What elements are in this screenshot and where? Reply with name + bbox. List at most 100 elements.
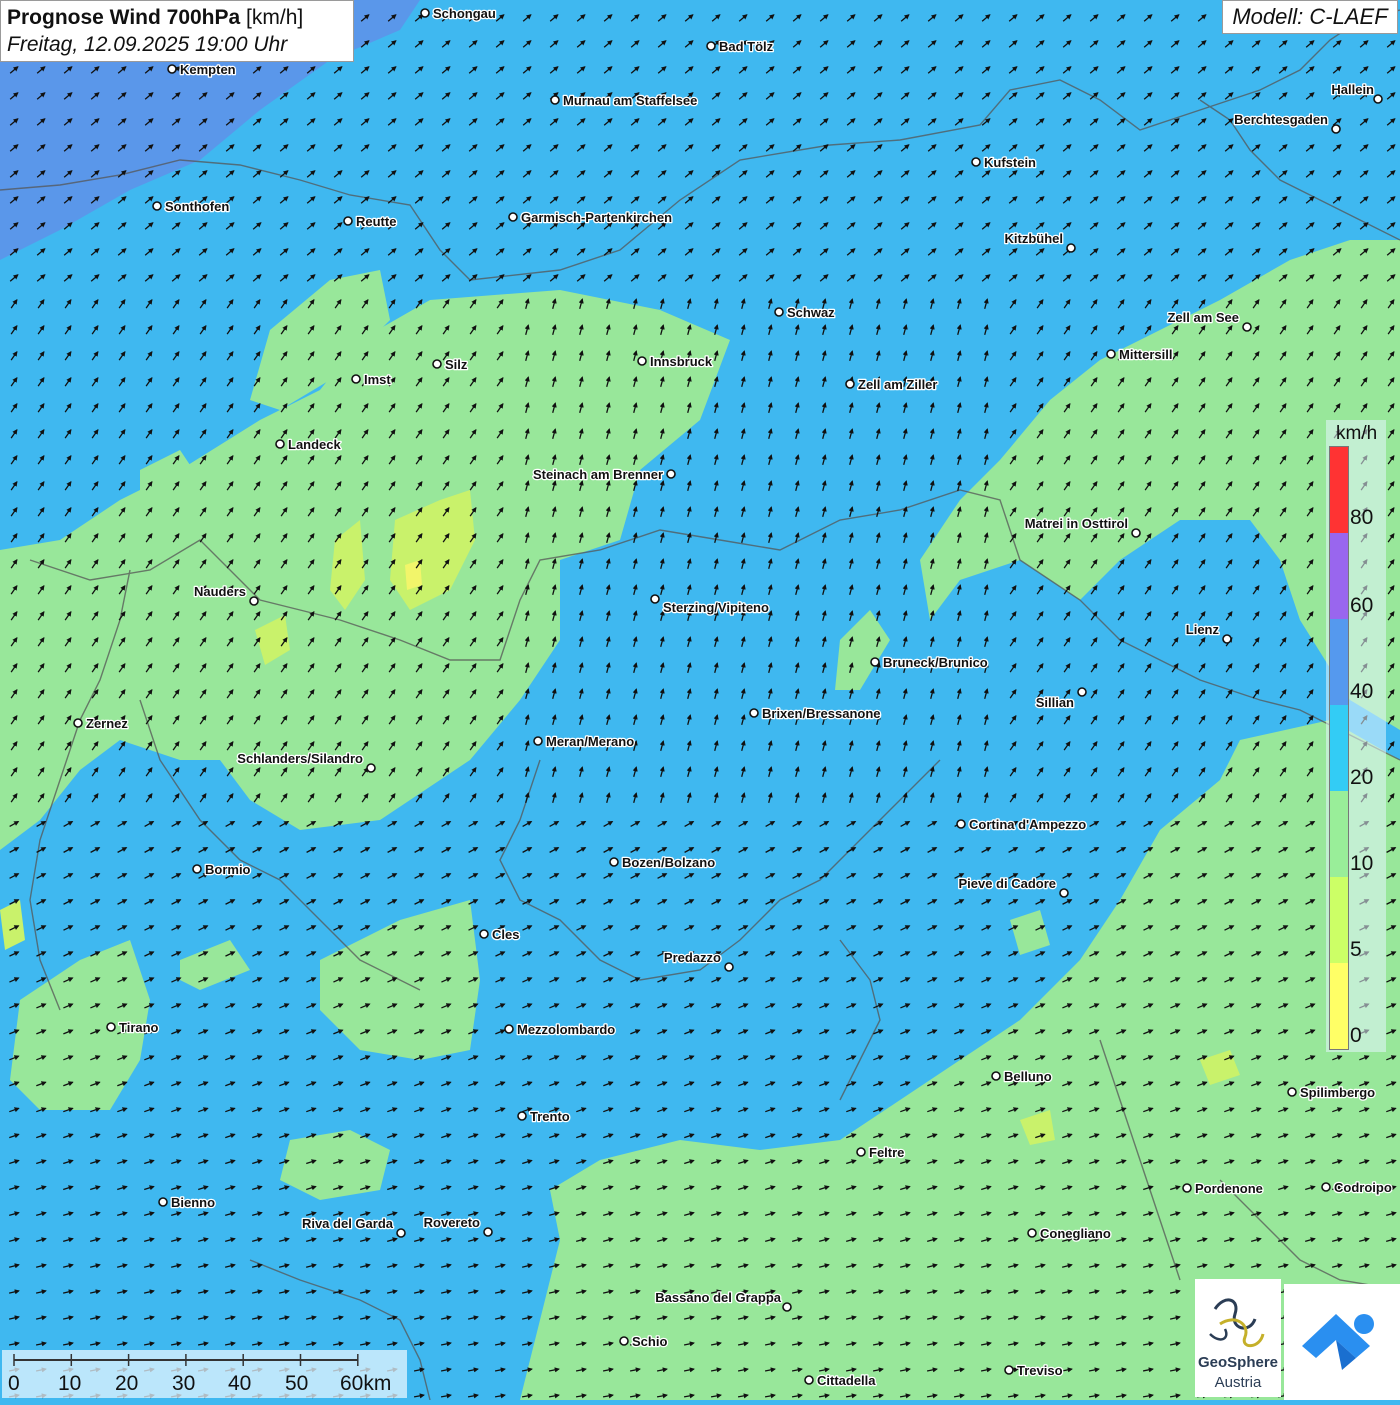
city-marker: Sonthofen xyxy=(152,198,231,215)
title-box: Prognose Wind 700hPa [km/h] Freitag, 12.… xyxy=(0,0,354,62)
city-dot xyxy=(550,95,560,105)
city-dot xyxy=(1182,1183,1192,1193)
city-dot xyxy=(724,962,734,972)
city-label: Silz xyxy=(445,357,468,372)
city-marker: Meran/Merano xyxy=(533,733,635,750)
city-marker: Cortina d'Ampezzo xyxy=(956,816,1088,833)
city-dot xyxy=(275,439,285,449)
legend-label: 5 xyxy=(1350,938,1362,961)
city-label: Matrei in Osttirol xyxy=(1025,516,1128,531)
city-label: Kufstein xyxy=(984,155,1036,170)
city-label: Trento xyxy=(530,1109,570,1124)
city-dot xyxy=(991,1071,1001,1081)
scale-label: 60km xyxy=(340,1372,392,1395)
city-label: Conegliano xyxy=(1040,1226,1111,1241)
city-dot xyxy=(366,763,376,773)
city-label: Mezzolombardo xyxy=(517,1022,615,1037)
city-dot xyxy=(1373,94,1383,104)
city-label: Bassano del Grappa xyxy=(655,1290,781,1305)
city-label: Sterzing/Vipiteno xyxy=(663,600,769,615)
city-dot xyxy=(167,64,177,74)
city-marker: Brixen/Bressanone xyxy=(749,705,882,722)
city-dot xyxy=(1321,1182,1331,1192)
city-dot xyxy=(479,929,489,939)
city-label: Spilimbergo xyxy=(1300,1085,1375,1100)
city-dot xyxy=(650,594,660,604)
city-label: Berchtesgaden xyxy=(1234,112,1328,127)
app-logo[interactable] xyxy=(1284,1284,1400,1400)
city-marker: Bozen/Bolzano xyxy=(609,854,717,871)
city-dot xyxy=(504,1024,514,1034)
scale-label: 50 xyxy=(285,1372,309,1395)
city-dot xyxy=(804,1375,814,1385)
wind-field-0-5 xyxy=(405,560,422,590)
city-dot xyxy=(956,819,966,829)
city-label: Bruneck/Brunico xyxy=(883,655,988,670)
city-label: Kempten xyxy=(180,62,236,77)
city-dot xyxy=(609,857,619,867)
city-label: Cortina d'Ampezzo xyxy=(969,817,1086,832)
city-label: Pordenone xyxy=(1195,1181,1263,1196)
scale-label: 10 xyxy=(58,1372,82,1395)
city-dot xyxy=(1004,1365,1014,1375)
city-label: Schongau xyxy=(433,6,496,21)
legend-segment xyxy=(1330,705,1348,791)
city-label: Reutte xyxy=(356,214,396,229)
city-dot xyxy=(432,359,442,369)
model-label: Modell: C-LAEF xyxy=(1222,0,1398,34)
city-dot xyxy=(517,1111,527,1121)
city-label: Murnau am Staffelsee xyxy=(563,93,697,108)
city-dot xyxy=(396,1228,406,1238)
legend-segment xyxy=(1330,877,1348,963)
city-marker: Murnau am Staffelsee xyxy=(550,92,699,109)
city-dot xyxy=(637,356,647,366)
forecast-datetime: Freitag, 12.09.2025 19:00 Uhr xyxy=(7,33,288,56)
scale-label: 40 xyxy=(228,1372,252,1395)
geosphere-swirl-icon xyxy=(1209,1298,1265,1348)
city-dot xyxy=(706,41,716,51)
city-label: Bienno xyxy=(171,1195,215,1210)
city-label: Schwaz xyxy=(787,305,835,320)
city-label: Pieve di Cadore xyxy=(958,876,1056,891)
city-dot xyxy=(845,379,855,389)
city-marker: Innsbruck xyxy=(637,353,714,370)
city-label: Innsbruck xyxy=(650,354,713,369)
city-dot xyxy=(1077,687,1087,697)
city-label: Garmisch-Partenkirchen xyxy=(521,210,672,225)
city-dot xyxy=(1331,124,1341,134)
city-label: Bad Tölz xyxy=(719,39,774,54)
city-dot xyxy=(749,708,759,718)
city-dot xyxy=(856,1147,866,1157)
city-dot xyxy=(1106,349,1116,359)
city-dot xyxy=(420,8,430,18)
city-label: Cittadella xyxy=(817,1373,876,1388)
city-marker: Mezzolombardo xyxy=(504,1021,617,1038)
city-marker: Spilimbergo xyxy=(1287,1084,1376,1101)
city-label: Nauders xyxy=(194,584,246,599)
city-dot xyxy=(666,469,676,479)
city-dot xyxy=(249,596,259,606)
city-label: Mittersill xyxy=(1119,347,1172,362)
map-title: Prognose Wind 700hPa [km/h] xyxy=(7,6,304,29)
city-dot xyxy=(1059,888,1069,898)
legend-segment xyxy=(1330,619,1348,705)
geosphere-logo-line2: Austria xyxy=(1214,1374,1262,1391)
city-dot xyxy=(73,718,83,728)
city-dot xyxy=(870,657,880,667)
city-label: Lienz xyxy=(1186,622,1220,637)
city-label: Cles xyxy=(492,927,519,942)
legend-label: 0 xyxy=(1350,1024,1362,1047)
legend-segment xyxy=(1330,963,1348,1049)
city-dot xyxy=(192,864,202,874)
city-dot xyxy=(1027,1228,1037,1238)
city-dot xyxy=(152,201,162,211)
city-dot xyxy=(1066,243,1076,253)
scale-label: 30 xyxy=(172,1372,196,1395)
legend-color-bar xyxy=(1329,446,1349,1050)
city-label: Brixen/Bressanone xyxy=(762,706,881,721)
wind-map[interactable]: Schongau Bad Tölz Kempten Murnau am Staffel… xyxy=(0,0,1400,1400)
city-label: Bormio xyxy=(205,862,251,877)
city-label: Landeck xyxy=(288,437,342,452)
city-dot xyxy=(971,157,981,167)
city-label: Bozen/Bolzano xyxy=(622,855,715,870)
